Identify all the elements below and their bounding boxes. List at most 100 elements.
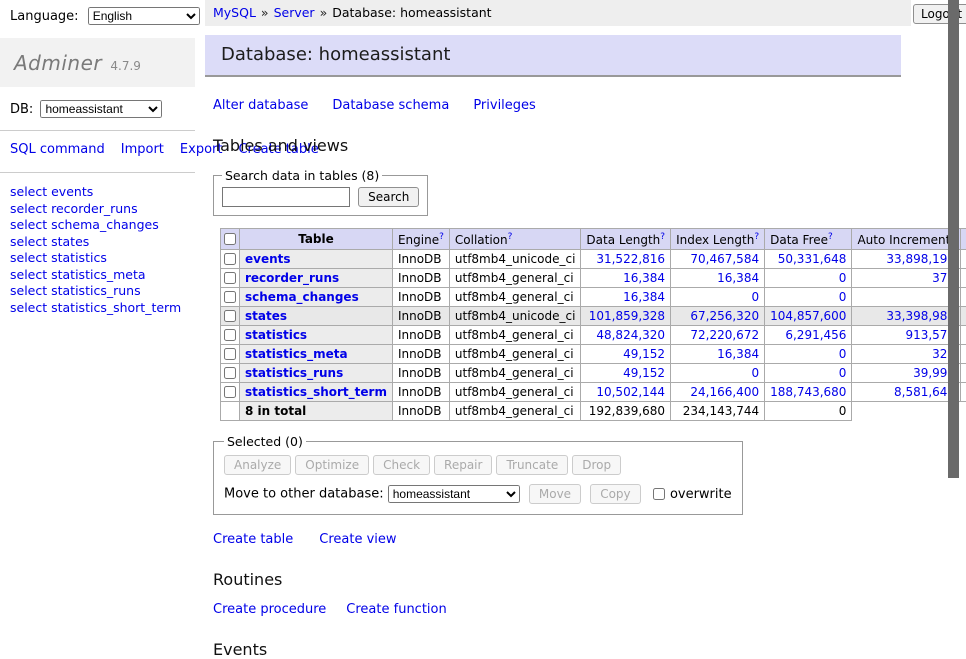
create-link-create-table[interactable]: Create table	[213, 532, 293, 547]
data-free-link[interactable]: 0	[770, 271, 846, 285]
sidebar-select-statistics-short-term[interactable]: select statistics_short_term	[10, 300, 195, 317]
sidebar-select-schema-changes[interactable]: select schema_changes	[10, 217, 195, 234]
row-checkbox-states[interactable]	[224, 310, 236, 322]
auto-increment-link[interactable]: 378	[857, 271, 955, 285]
sidebar-action-links: SQL commandImportExportCreate table	[10, 140, 182, 160]
rows-estimate-cell: ~ 136,108	[961, 383, 966, 402]
data-length-link[interactable]: 101,859,328	[586, 309, 665, 323]
rows-estimate-cell: ~ 5	[961, 269, 966, 288]
data-free-link[interactable]: 6,291,456	[770, 328, 846, 342]
data-length-link[interactable]: 49,152	[586, 366, 665, 380]
data-length-link[interactable]: 16,384	[586, 271, 665, 285]
auto-increment-link[interactable]: 8,581,645	[857, 385, 955, 399]
truncate-button[interactable]: Truncate	[496, 455, 568, 475]
row-checkbox-events[interactable]	[224, 253, 236, 265]
table-link-statistics_runs[interactable]: statistics_runs	[245, 366, 343, 380]
check-button[interactable]: Check	[373, 455, 430, 475]
db-select[interactable]: homeassistant	[40, 100, 162, 118]
optimize-button[interactable]: Optimize	[295, 455, 369, 475]
table-link-states[interactable]: states	[245, 309, 287, 323]
analyze-button[interactable]: Analyze	[224, 455, 291, 475]
auto-increment-cell: 913,577	[852, 326, 961, 345]
overwrite-checkbox[interactable]	[653, 488, 665, 500]
help-link-collation[interactable]: ?	[508, 232, 513, 242]
auto-increment-link[interactable]: 6	[857, 290, 955, 304]
auto-increment-link[interactable]: 325	[857, 347, 955, 361]
table-link-statistics_meta[interactable]: statistics_meta	[245, 347, 348, 361]
help-link-index-length[interactable]: ?	[754, 232, 759, 242]
search-input[interactable]	[222, 187, 350, 207]
breadcrumb-server[interactable]: Server	[274, 5, 315, 20]
table-link-events[interactable]: events	[245, 252, 291, 266]
table-link-statistics_short_term[interactable]: statistics_short_term	[245, 385, 387, 399]
total-check-cell	[221, 402, 240, 421]
data-length-link[interactable]: 10,502,144	[586, 385, 665, 399]
select-all-checkbox[interactable]	[224, 233, 236, 245]
routine-link-create-procedure[interactable]: Create procedure	[213, 602, 326, 617]
sidebar-select-statistics-runs[interactable]: select statistics_runs	[10, 283, 195, 300]
auto-increment-link[interactable]: 39,999	[857, 366, 955, 380]
vertical-scrollbar[interactable]	[948, 0, 959, 478]
db-link-database-schema[interactable]: Database schema	[332, 98, 449, 113]
row-checkbox-statistics_short_term[interactable]	[224, 386, 236, 398]
index-length-link[interactable]: 72,220,672	[676, 328, 759, 342]
data-length-link[interactable]: 16,384	[586, 290, 665, 304]
engine-cell: InnoDB	[392, 383, 449, 402]
row-checkbox-statistics_meta[interactable]	[224, 348, 236, 360]
data-length-link[interactable]: 49,152	[586, 347, 665, 361]
drop-button[interactable]: Drop	[572, 455, 621, 475]
auto-increment-link[interactable]: 913,577	[857, 328, 955, 342]
index-length-link[interactable]: 16,384	[676, 347, 759, 361]
db-link-alter-database[interactable]: Alter database	[213, 98, 308, 113]
sidebar-select-recorder-runs[interactable]: select recorder_runs	[10, 201, 195, 218]
table-link-schema_changes[interactable]: schema_changes	[245, 290, 359, 304]
db-link-privileges[interactable]: Privileges	[473, 98, 536, 113]
row-checkbox-statistics[interactable]	[224, 329, 236, 341]
table-link-statistics[interactable]: statistics	[245, 328, 307, 342]
routine-link-create-function[interactable]: Create function	[346, 602, 446, 617]
index-length-link[interactable]: 24,166,400	[676, 385, 759, 399]
data-free-link[interactable]: 50,331,648	[770, 252, 846, 266]
table-link-recorder_runs[interactable]: recorder_runs	[245, 271, 339, 285]
auto-increment-link[interactable]: 33,898,196	[857, 252, 955, 266]
column-header-auto-increment: Auto Increment?	[852, 229, 961, 250]
help-link-data-free[interactable]: ?	[828, 232, 833, 242]
create-link-create-view[interactable]: Create view	[319, 532, 396, 547]
search-button[interactable]: Search	[358, 187, 419, 207]
repair-button[interactable]: Repair	[434, 455, 492, 475]
sidebar-link-sql-command[interactable]: SQL command	[10, 142, 105, 157]
index-length-link[interactable]: 67,256,320	[676, 309, 759, 323]
index-length-link[interactable]: 0	[676, 366, 759, 380]
row-checkbox-recorder_runs[interactable]	[224, 272, 236, 284]
sidebar-select-statistics-meta[interactable]: select statistics_meta	[10, 267, 195, 284]
row-checkbox-statistics_runs[interactable]	[224, 367, 236, 379]
data-free-link[interactable]: 104,857,600	[770, 309, 846, 323]
auto-increment-link[interactable]: 33,398,984	[857, 309, 955, 323]
help-link-data-length[interactable]: ?	[660, 232, 665, 242]
move-button[interactable]: Move	[529, 484, 581, 504]
help-link-engine[interactable]: ?	[439, 232, 444, 242]
total-label-cell: 8 in total	[240, 402, 393, 421]
copy-button[interactable]: Copy	[590, 484, 640, 504]
data-free-link[interactable]: 0	[770, 347, 846, 361]
sidebar-link-import[interactable]: Import	[121, 142, 164, 157]
breadcrumb-mysql[interactable]: MySQL	[213, 5, 256, 20]
index-length-link[interactable]: 0	[676, 290, 759, 304]
data-free-link[interactable]: 188,743,680	[770, 385, 846, 399]
language-select[interactable]: English	[88, 7, 200, 25]
row-checkbox-schema_changes[interactable]	[224, 291, 236, 303]
move-database-select[interactable]: homeassistant	[388, 485, 520, 503]
total-data-length-cell: 192,839,680	[581, 402, 671, 421]
data-length-link[interactable]: 48,824,320	[586, 328, 665, 342]
data-free-link[interactable]: 0	[770, 290, 846, 304]
data-free-cell: 6,291,456	[765, 326, 852, 345]
sidebar-select-states[interactable]: select states	[10, 234, 195, 251]
data-free-link[interactable]: 0	[770, 366, 846, 380]
row-check-cell	[221, 345, 240, 364]
sidebar-select-events[interactable]: select events	[10, 184, 195, 201]
sidebar-select-statistics[interactable]: select statistics	[10, 250, 195, 267]
index-length-link[interactable]: 70,467,584	[676, 252, 759, 266]
index-length-link[interactable]: 16,384	[676, 271, 759, 285]
data-length-link[interactable]: 31,522,816	[586, 252, 665, 266]
table-name-cell: events	[240, 250, 393, 269]
